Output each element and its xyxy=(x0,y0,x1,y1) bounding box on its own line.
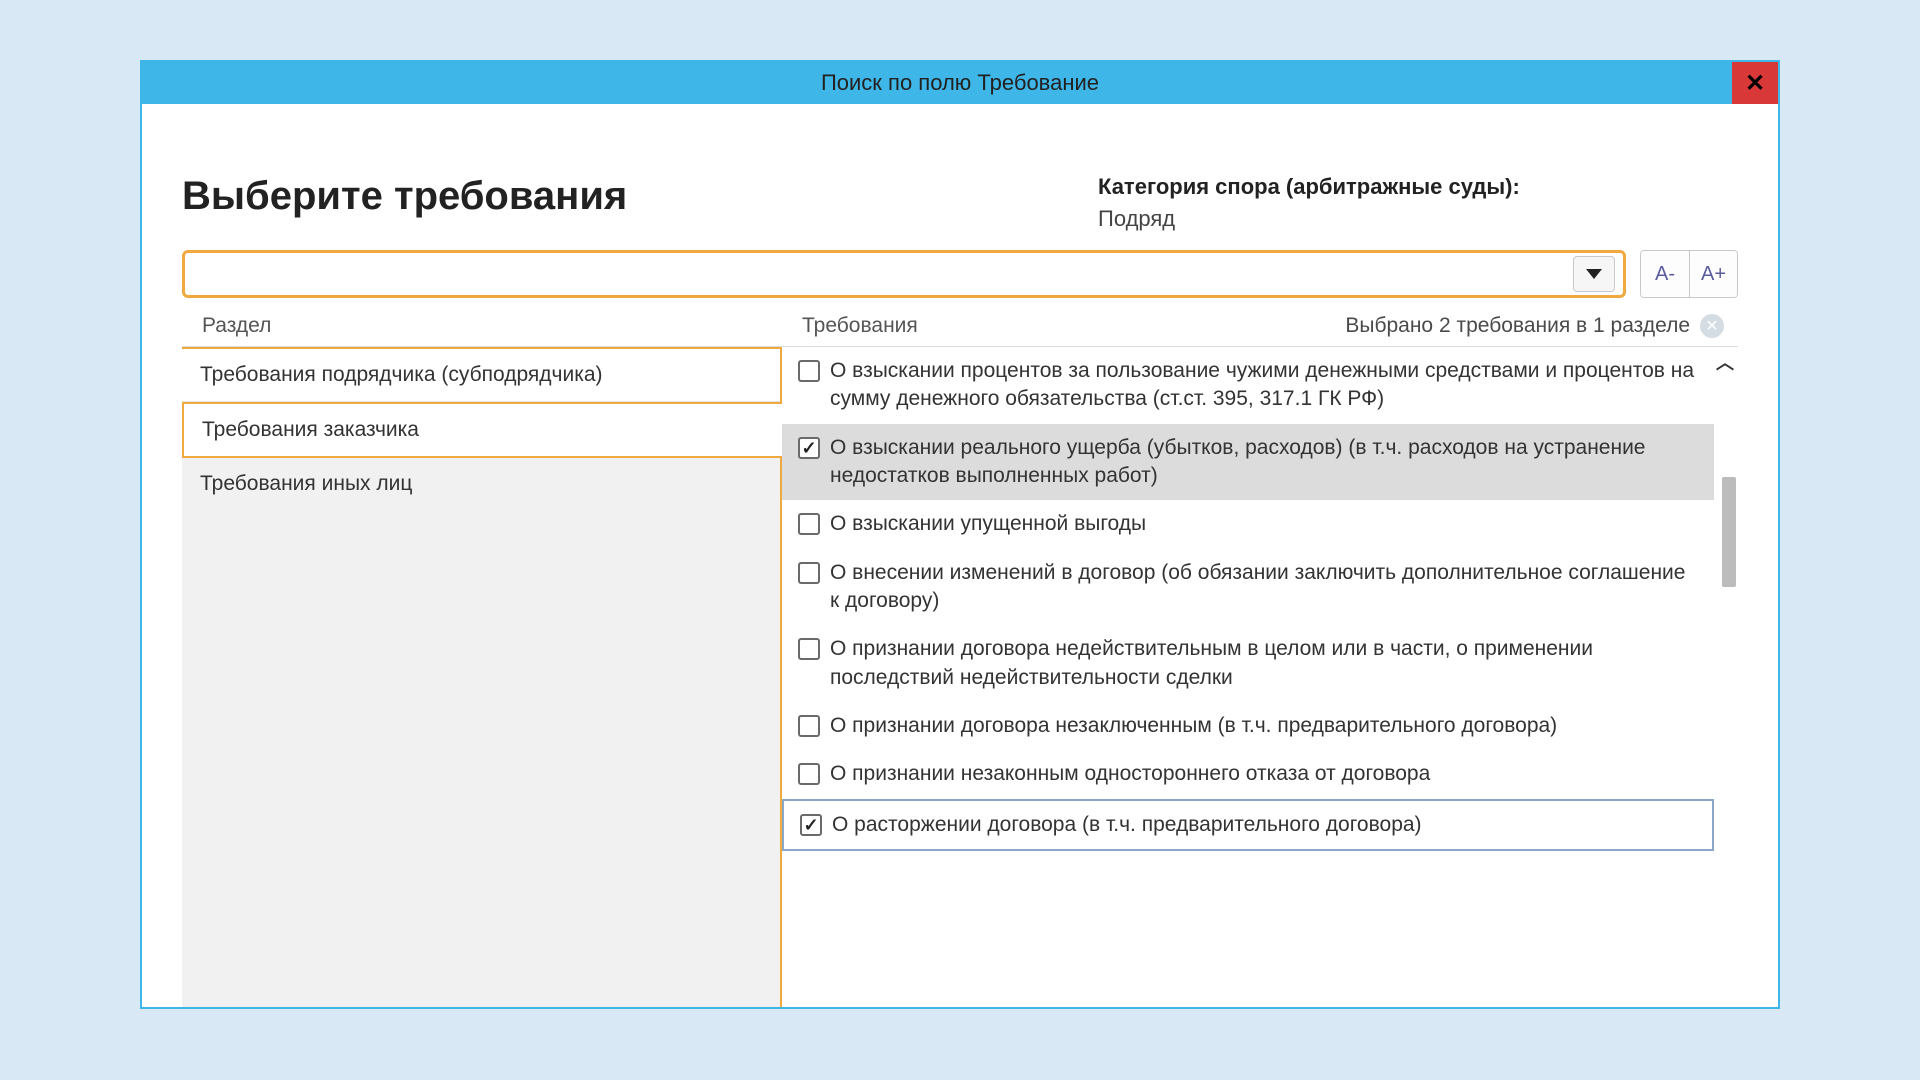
close-icon: ✕ xyxy=(1745,69,1765,98)
requirement-text: О взыскании реального ущерба (убытков, р… xyxy=(830,434,1700,491)
requirement-item[interactable]: О признании договора незаключенным (в т.… xyxy=(782,702,1714,750)
requirement-checkbox[interactable] xyxy=(800,814,822,836)
search-row: A- A+ xyxy=(182,250,1738,298)
category-value: Подряд xyxy=(1098,206,1738,232)
requirement-checkbox[interactable] xyxy=(798,513,820,535)
search-input[interactable] xyxy=(199,253,1573,295)
requirement-text: О признании договора недействительным в … xyxy=(830,635,1700,692)
category-label: Категория спора (арбитражные суды): xyxy=(1098,174,1738,200)
requirement-text: О взыскании упущенной выгоды xyxy=(830,510,1700,538)
section-item-customer[interactable]: Требования заказчика xyxy=(182,402,782,458)
content-area: Выберите требования Категория спора (арб… xyxy=(142,104,1778,1007)
requirement-checkbox[interactable] xyxy=(798,715,820,737)
requirement-checkbox[interactable] xyxy=(798,638,820,660)
chevron-down-icon xyxy=(1586,269,1602,279)
requirement-item[interactable]: О расторжении договора (в т.ч. предварит… xyxy=(782,799,1714,851)
requirements-column-header: Требования xyxy=(802,314,918,338)
body-columns: Требования подрядчика (субподрядчика) Тр… xyxy=(182,347,1738,1007)
section-item-others[interactable]: Требования иных лиц xyxy=(182,458,780,510)
requirement-checkbox[interactable] xyxy=(798,562,820,584)
header-row: Выберите требования Категория спора (арб… xyxy=(182,174,1738,232)
font-decrease-button[interactable]: A- xyxy=(1641,251,1689,297)
requirement-item[interactable]: О признании незаконным одностороннего от… xyxy=(782,750,1714,798)
selection-summary: Выбрано 2 требования в 1 разделе xyxy=(1345,314,1690,338)
requirement-checkbox[interactable] xyxy=(798,437,820,459)
page-title: Выберите требования xyxy=(182,174,627,219)
close-icon: ✕ xyxy=(1705,316,1718,336)
section-label: Требования заказчика xyxy=(202,418,419,441)
requirements-column-header-row: Требования Выбрано 2 требования в 1 разд… xyxy=(786,314,1734,338)
requirement-item[interactable]: О взыскании упущенной выгоды xyxy=(782,500,1714,548)
search-box xyxy=(182,250,1626,298)
dropdown-trigger[interactable] xyxy=(1573,256,1615,292)
requirement-item[interactable]: О взыскании процентов за пользование чуж… xyxy=(782,347,1714,424)
columns-header: Раздел Требования Выбрано 2 требования в… xyxy=(182,306,1738,347)
close-button[interactable]: ✕ xyxy=(1732,62,1778,104)
sections-column-header: Раздел xyxy=(186,314,786,338)
titlebar: Поиск по полю Требование ✕ xyxy=(142,62,1778,104)
requirement-checkbox[interactable] xyxy=(798,360,820,382)
font-increase-button[interactable]: A+ xyxy=(1689,251,1737,297)
sections-list: Требования подрядчика (субподрядчика) Тр… xyxy=(182,347,782,1007)
section-label: Требования подрядчика (субподрядчика) xyxy=(200,363,603,386)
requirement-item[interactable]: О признании договора недействительным в … xyxy=(782,625,1714,702)
requirements-list[interactable]: О взыскании процентов за пользование чуж… xyxy=(782,347,1738,1007)
requirement-item[interactable]: О взыскании реального ущерба (убытков, р… xyxy=(782,424,1714,501)
window-title: Поиск по полю Требование xyxy=(821,70,1099,96)
requirement-text: О расторжении договора (в т.ч. предварит… xyxy=(832,811,1698,839)
requirement-item[interactable]: О внесении изменений в договор (об обяза… xyxy=(782,549,1714,626)
requirement-text: О признании договора незаключенным (в т.… xyxy=(830,712,1700,740)
section-label: Требования иных лиц xyxy=(200,472,412,495)
category-block: Категория спора (арбитражные суды): Подр… xyxy=(1098,174,1738,232)
clear-selection-button[interactable]: ✕ xyxy=(1700,314,1724,338)
dialog-window: Поиск по полю Требование ✕ Выберите треб… xyxy=(140,60,1780,1009)
requirement-checkbox[interactable] xyxy=(798,763,820,785)
requirement-text: О признании незаконным одностороннего от… xyxy=(830,760,1700,788)
requirement-text: О взыскании процентов за пользование чуж… xyxy=(830,357,1700,414)
requirements-panel: ︿ О взыскании процентов за пользование ч… xyxy=(782,347,1738,1007)
section-item-contractor[interactable]: Требования подрядчика (субподрядчика) xyxy=(182,347,780,402)
font-size-controls: A- A+ xyxy=(1640,250,1738,298)
requirement-text: О внесении изменений в договор (об обяза… xyxy=(830,559,1700,616)
